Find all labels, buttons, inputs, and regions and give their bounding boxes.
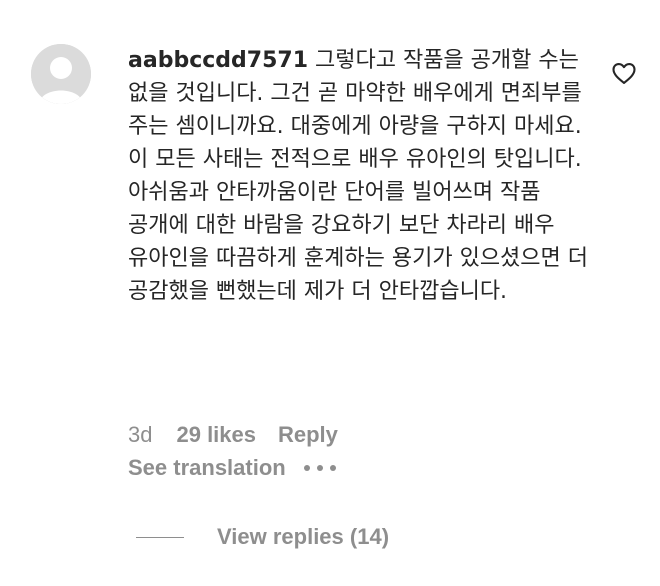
comment-timestamp: 3d xyxy=(128,422,153,447)
more-dot xyxy=(316,465,323,471)
comment-item: aabbccdd7571 그렇다고 작품을 공개할 수는 없을 것입니다. 그건… xyxy=(0,0,660,586)
comment-body: aabbccdd7571 그렇다고 작품을 공개할 수는 없을 것입니다. 그건… xyxy=(128,44,590,308)
translation-row: See translation xyxy=(128,452,336,484)
view-replies-button[interactable]: View replies (14) xyxy=(136,520,389,554)
heart-outline-icon[interactable] xyxy=(610,59,638,87)
replies-divider xyxy=(136,536,184,538)
reply-button[interactable]: Reply xyxy=(278,422,338,448)
avatar[interactable] xyxy=(31,44,91,104)
comment-meta: 3d 29 likes Reply xyxy=(128,420,338,450)
more-dot xyxy=(303,465,310,471)
more-dot xyxy=(329,465,336,471)
comment-text: 그렇다고 작품을 공개할 수는 없을 것입니다. 그건 곧 마약한 배우에게 면… xyxy=(128,48,589,304)
more-options-icon[interactable] xyxy=(303,464,336,472)
see-translation-button[interactable]: See translation xyxy=(128,455,286,481)
view-replies-label: View replies (14) xyxy=(217,524,390,549)
default-avatar-icon xyxy=(31,44,91,104)
likes-count-button[interactable]: 29 likes xyxy=(176,422,256,448)
comment-username[interactable]: aabbccdd7571 xyxy=(128,48,308,73)
